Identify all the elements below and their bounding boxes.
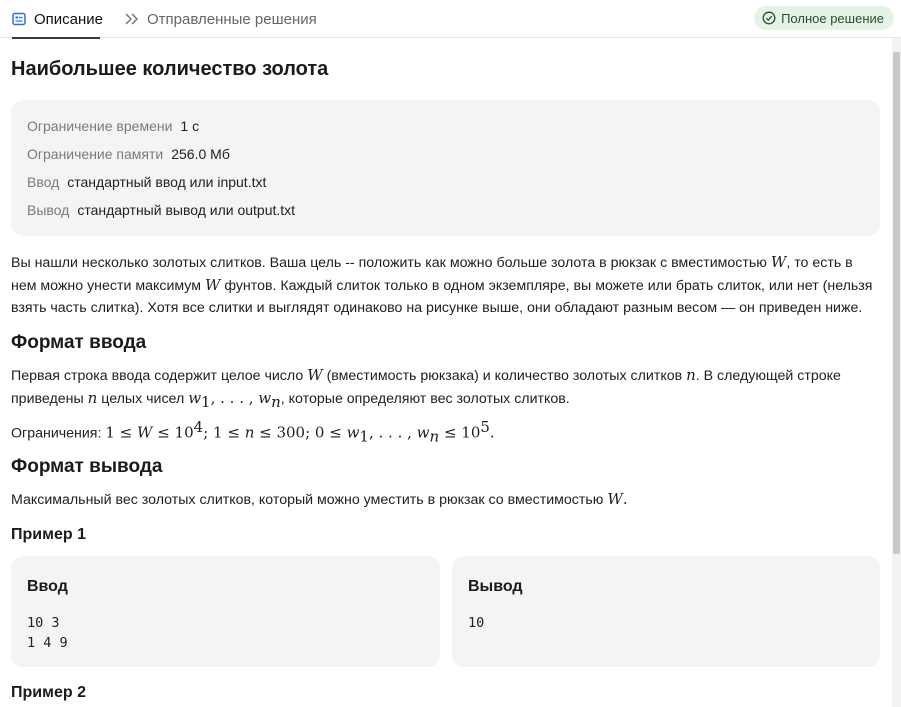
- example-1-output: Вывод 10: [452, 556, 880, 667]
- example-1-title: Пример 1: [11, 526, 86, 543]
- limit-time: Ограничение времени 1 с: [27, 118, 200, 134]
- scrollbar[interactable]: [892, 38, 901, 707]
- input-format-text: Первая строка ввода содержит целое число…: [11, 366, 841, 411]
- tab-submissions[interactable]: Отправленные решения: [124, 0, 317, 38]
- chevrons-right-icon: [124, 12, 139, 26]
- page-title: Наибольшее количество золота: [11, 58, 329, 80]
- example-1-input: Ввод 10 3 1 4 9: [11, 556, 440, 667]
- tab-submissions-label: Отправленные решения: [147, 10, 317, 28]
- limit-input: Ввод стандартный ввод или input.txt: [27, 174, 267, 190]
- statement-text: Вы нашли несколько золотых слитков. Ваша…: [11, 253, 873, 316]
- status-label: Полное решение: [781, 10, 884, 26]
- check-circle-icon: [762, 11, 776, 25]
- tab-bar: Описание Отправленные решения Полное реш…: [0, 0, 901, 39]
- status-badge: Полное решение: [754, 6, 894, 30]
- scrollbar-thumb[interactable]: [893, 52, 900, 554]
- limits-panel: Ограничение времени 1 с Ограничение памят…: [11, 100, 880, 236]
- constraints-text: Ограничения: 1 ≤ W ≤ 104; 1 ≤ n ≤ 300; 0…: [11, 418, 495, 446]
- output-format-text: Максимальный вес золотых слитков, которы…: [11, 490, 628, 508]
- limit-memory: Ограничение памяти 256.0 Мб: [27, 146, 230, 162]
- limit-output: Вывод стандартный вывод или output.txt: [27, 202, 296, 218]
- example-2-title: Пример 2: [11, 684, 86, 701]
- example-1-output-code[interactable]: 10: [468, 613, 484, 633]
- output-format-heading: Формат вывода: [11, 456, 163, 477]
- tab-description[interactable]: Описание: [12, 0, 104, 39]
- input-format-heading: Формат ввода: [11, 332, 147, 353]
- example-1-input-code[interactable]: 10 3 1 4 9: [27, 613, 68, 653]
- tab-description-label: Описание: [34, 10, 104, 28]
- description-icon: [12, 12, 26, 26]
